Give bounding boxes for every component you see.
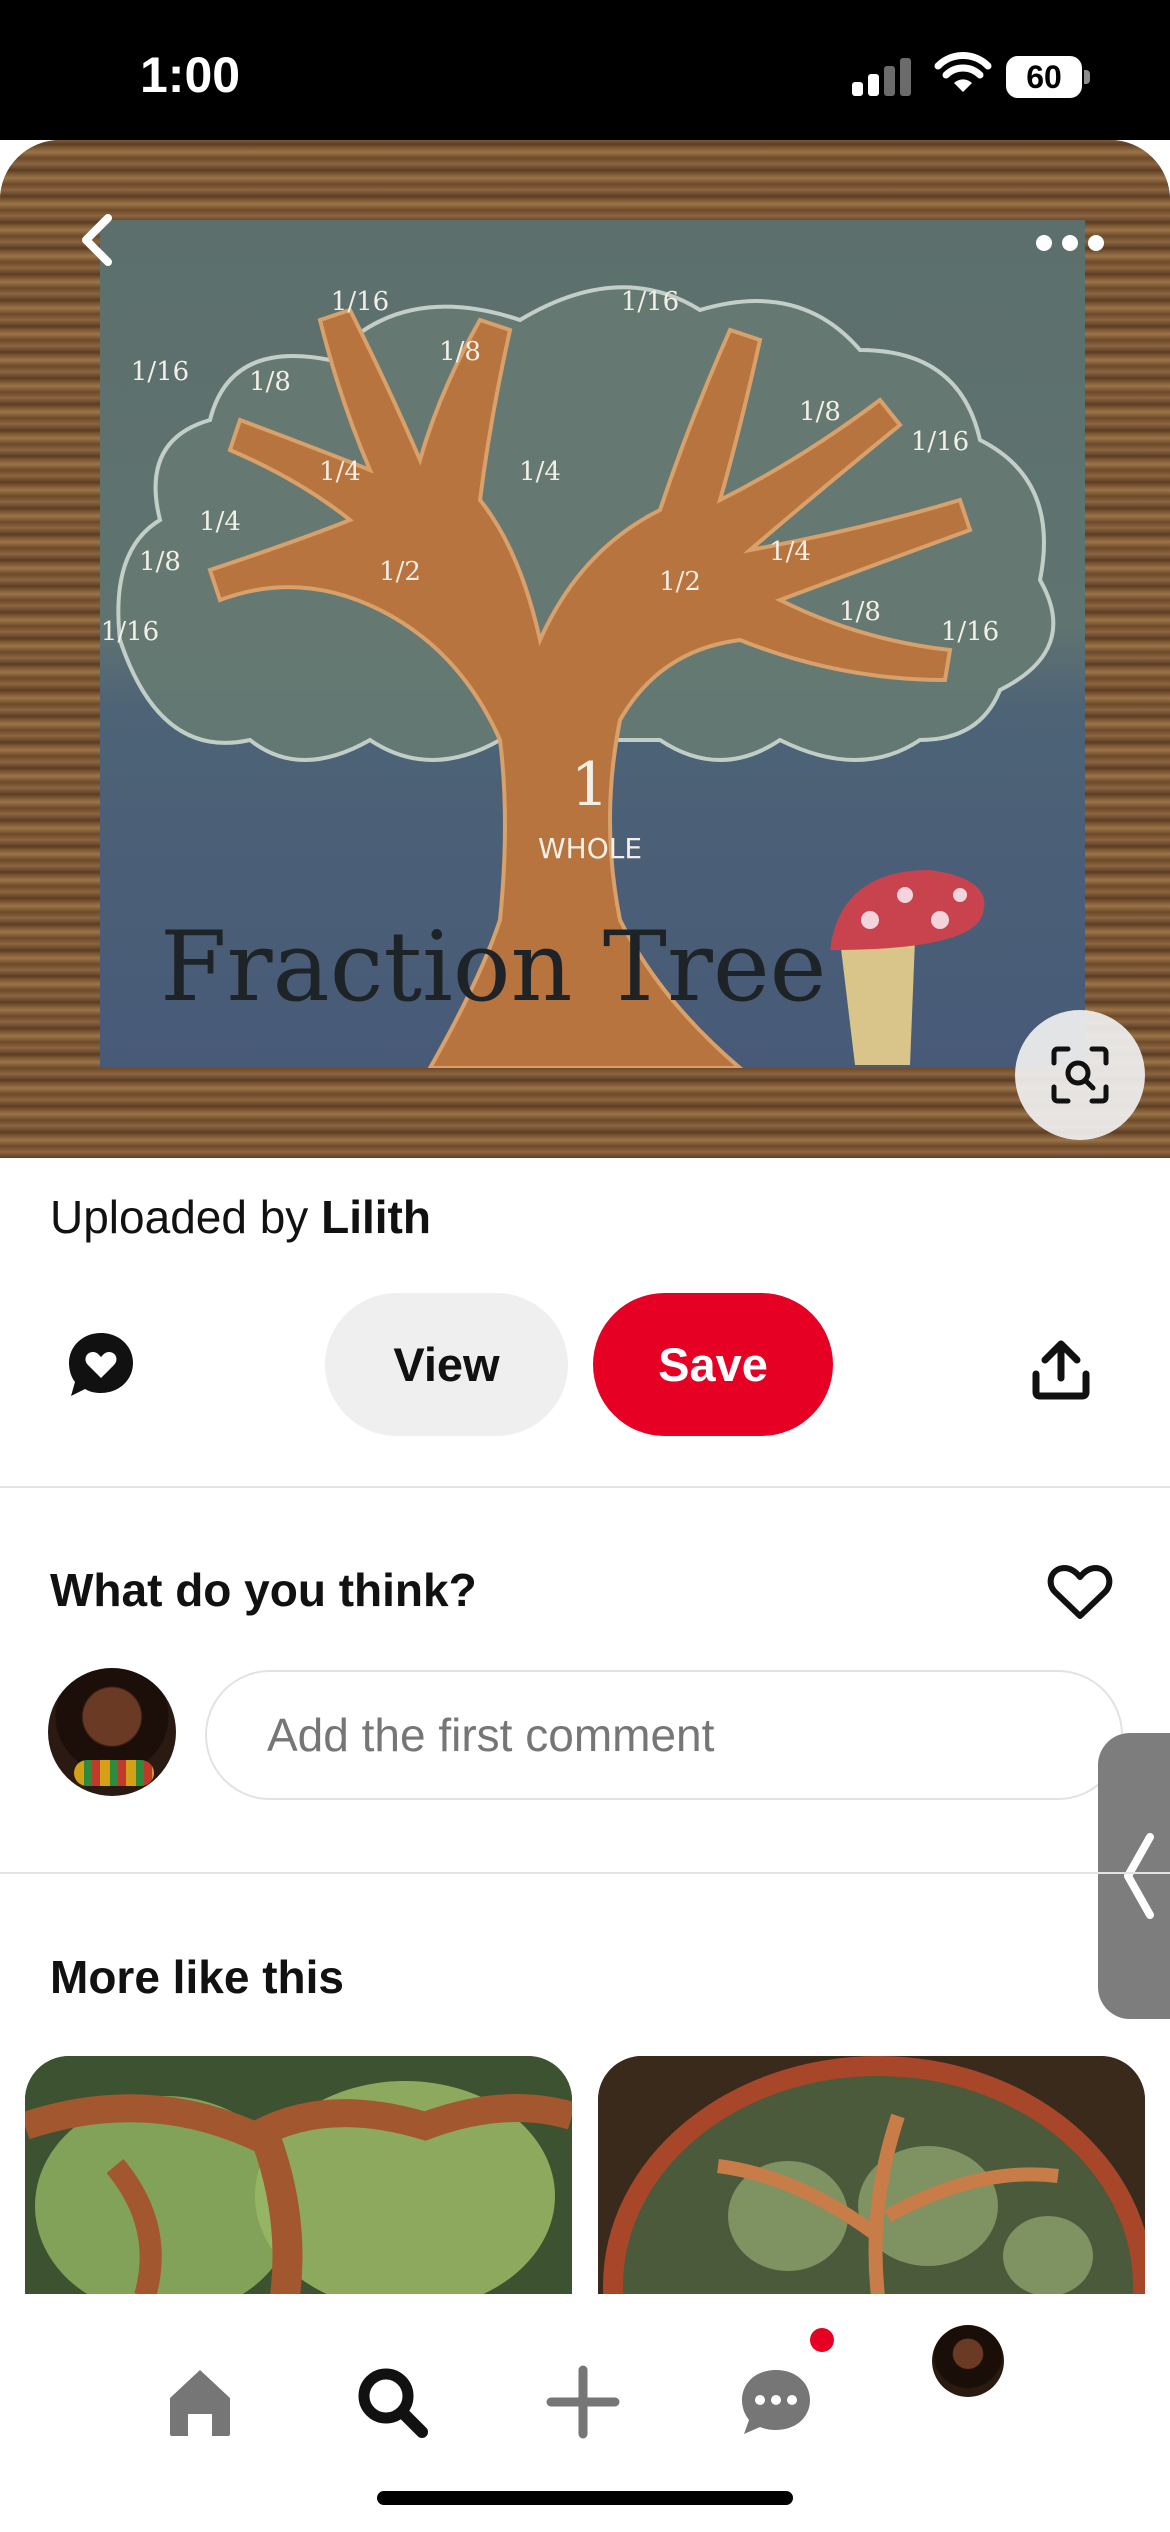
battery-indicator: 60 <box>1006 56 1090 98</box>
label-eighth-1: 1/8 <box>139 547 181 577</box>
messages-icon[interactable] <box>736 2362 816 2442</box>
label-sixteenth-1: 1/16 <box>131 357 189 387</box>
related-pin[interactable] <box>598 2056 1145 2296</box>
lens-search-icon <box>1051 1046 1109 1104</box>
mushroom-cap <box>830 870 985 950</box>
label-quarter-2: 1/4 <box>519 457 561 487</box>
label-whole-number: 1 <box>571 750 609 820</box>
status-bar: 1:00 60 <box>0 0 1170 140</box>
home-indicator <box>377 2491 793 2505</box>
label-sixteenth-3: 1/16 <box>621 287 679 317</box>
label-sixteenth-5: 1/16 <box>101 617 159 647</box>
speech-heart-icon[interactable] <box>66 1330 136 1400</box>
label-eighth-4: 1/8 <box>799 397 841 427</box>
wifi-icon <box>934 52 992 92</box>
label-sixteenth-6: 1/16 <box>941 617 999 647</box>
notification-dot <box>810 2328 834 2352</box>
mushroom-stem <box>840 940 915 1065</box>
view-button[interactable]: View <box>325 1293 568 1436</box>
label-sixteenth-4: 1/16 <box>911 427 969 457</box>
label-quarter-3: 1/4 <box>199 507 241 537</box>
divider <box>0 1872 1170 1874</box>
chevron-left-icon[interactable] <box>70 210 130 270</box>
more-dots-icon[interactable] <box>1030 228 1110 258</box>
side-panel-handle[interactable] <box>1098 1733 1170 2019</box>
save-button[interactable]: Save <box>593 1293 833 1436</box>
board-title: Fraction Tree <box>160 911 826 1023</box>
uploader-name[interactable]: Lilith <box>321 1191 431 1243</box>
divider <box>0 1486 1170 1488</box>
related-pin[interactable] <box>25 2056 572 2296</box>
profile-avatar[interactable] <box>932 2325 1004 2397</box>
label-half-left: 1/2 <box>379 557 421 587</box>
related-pin-image <box>25 2056 572 2296</box>
uploaded-by: Uploaded by Lilith <box>50 1190 431 1244</box>
share-upload-icon[interactable] <box>1030 1338 1092 1400</box>
label-eighth-5: 1/8 <box>839 597 881 627</box>
fraction-tree-drawing: 1/2 1/2 1/4 1/4 1/4 1/4 1/8 1/8 1/8 1/8 … <box>101 285 1056 1068</box>
visual-search-button[interactable] <box>1015 1010 1145 1140</box>
battery-level: 60 <box>1026 59 1062 95</box>
home-icon[interactable] <box>160 2362 240 2442</box>
related-pin-image <box>598 2056 1145 2296</box>
label-quarter-1: 1/4 <box>319 457 361 487</box>
uploaded-by-label: Uploaded by <box>50 1191 309 1243</box>
search-icon[interactable] <box>352 2362 432 2442</box>
label-whole-word: WHOLE <box>538 832 642 865</box>
heart-outline-icon[interactable] <box>1046 1562 1114 1622</box>
chevron-left-icon <box>1124 1833 1154 1919</box>
cellular-signal-icon <box>852 56 912 96</box>
chalkboard: 1/2 1/2 1/4 1/4 1/4 1/4 1/8 1/8 1/8 1/8 … <box>100 220 1085 1068</box>
label-eighth-2: 1/8 <box>249 367 291 397</box>
label-sixteenth-2: 1/16 <box>331 287 389 317</box>
label-half-right: 1/2 <box>659 567 701 597</box>
pin-image[interactable]: 1/2 1/2 1/4 1/4 1/4 1/4 1/8 1/8 1/8 1/8 … <box>0 140 1170 1158</box>
label-eighth-3: 1/8 <box>439 337 481 367</box>
avatar <box>48 1668 176 1796</box>
create-plus-icon[interactable] <box>543 2362 623 2442</box>
related-heading: More like this <box>50 1951 344 2003</box>
label-quarter-4: 1/4 <box>769 537 811 567</box>
status-time: 1:00 <box>140 47 241 103</box>
comment-input[interactable] <box>205 1670 1123 1800</box>
comments-heading: What do you think? <box>50 1564 477 1616</box>
